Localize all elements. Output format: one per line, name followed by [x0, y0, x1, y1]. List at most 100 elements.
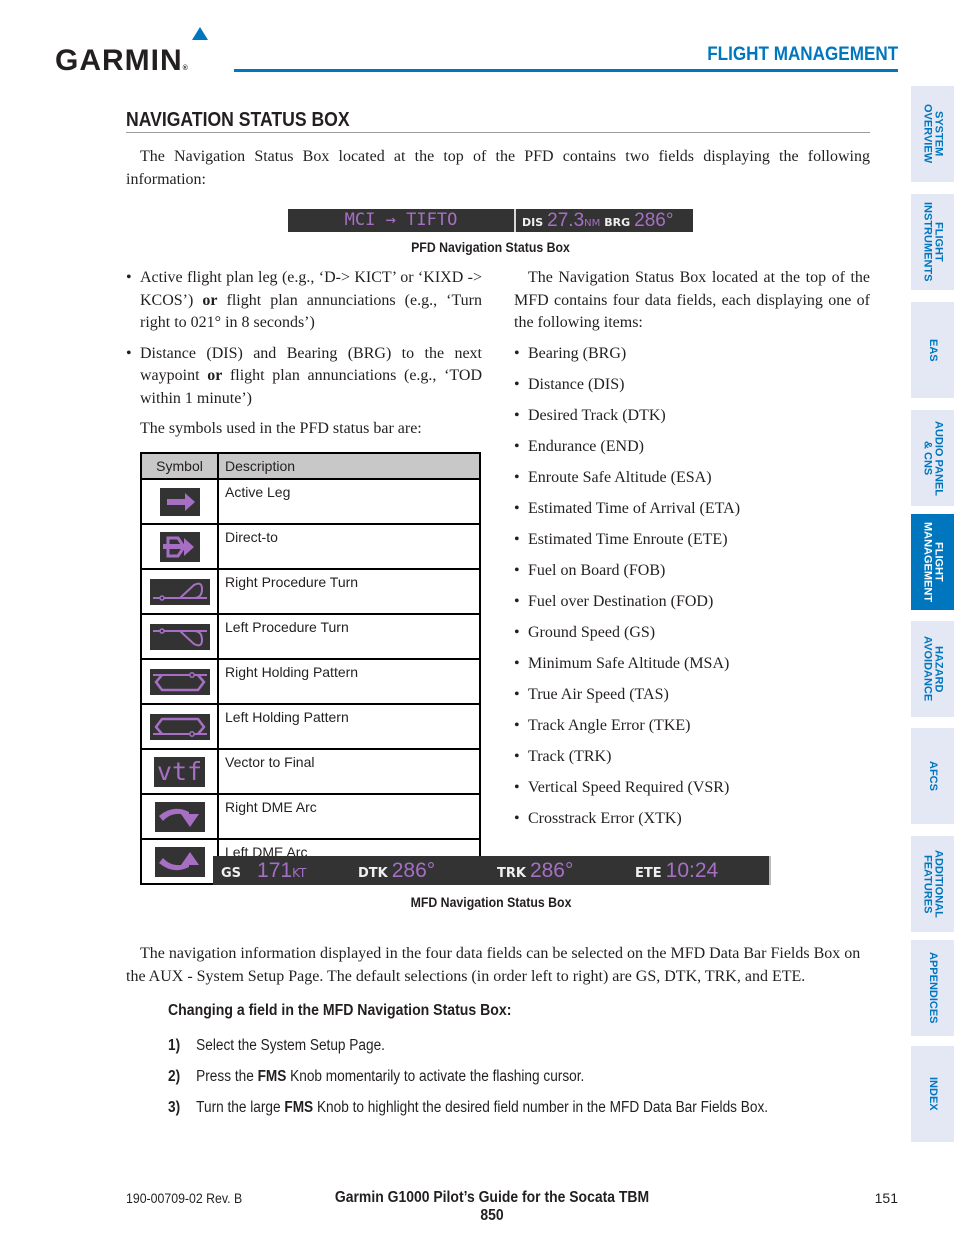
- list-item: True Air Speed (TAS): [514, 684, 870, 707]
- list-item: Vertical Speed Required (VSR): [514, 777, 870, 800]
- document-number: 190-00709-02 Rev. B: [126, 1190, 243, 1206]
- active-leg-arrow-icon: [159, 487, 200, 516]
- list-item: Estimated Time Enroute (ETE): [514, 529, 870, 552]
- brg-label: BRG: [604, 216, 631, 229]
- pfd-caption: PFD Navigation Status Box: [411, 239, 570, 255]
- table-row: vtf Vector to Final: [140, 748, 481, 795]
- field-value: 286°: [529, 859, 574, 882]
- field-label: GS: [221, 866, 242, 881]
- document-title: Garmin G1000 Pilot’s Guide for the Socat…: [334, 1189, 650, 1224]
- mfd-field-trk: TRK 286°: [497, 856, 573, 885]
- table-row: Left Holding Pattern: [140, 703, 481, 750]
- left-dme-arc-icon: [154, 846, 205, 877]
- pfd-navigation-status-box: MCI → TIFTO DIS 27.3NM BRG 286°: [288, 209, 693, 232]
- symbol-description: Vector to Final: [217, 748, 481, 795]
- bullet-item: Active flight plan leg (e.g., ‘D-> KICT’…: [126, 267, 482, 335]
- right-holding-pattern-icon: [149, 668, 210, 695]
- field-label: TRK: [497, 866, 526, 881]
- tab-hazard-avoidance[interactable]: HAZARD AVOIDANCE: [911, 621, 954, 717]
- procedure-step: 3) Turn the large FMS Knob to highlight t…: [168, 1099, 769, 1116]
- tab-index[interactable]: INDEX: [911, 1046, 954, 1142]
- mfd-field-items-list: Bearing (BRG) Distance (DIS) Desired Track…: [514, 343, 870, 831]
- left-column: Active flight plan leg (e.g., ‘D-> KICT’…: [126, 267, 482, 441]
- bullet-item: Distance (DIS) and Bearing (BRG) to the …: [126, 343, 482, 411]
- list-item: Distance (DIS): [514, 374, 870, 397]
- right-column: The Navigation Status Box located at the…: [514, 267, 870, 839]
- tab-afcs[interactable]: AFCS: [911, 728, 954, 824]
- garmin-logo: GARMIN®: [55, 44, 189, 77]
- tab-audio-panel-cns[interactable]: AUDIO PANEL & CNS: [911, 410, 954, 506]
- procedure-title: Changing a field in the MFD Navigation S…: [168, 1002, 512, 1019]
- tab-additional-features[interactable]: ADDITIONAL FEATURES: [911, 836, 954, 932]
- heading-divider: [126, 132, 870, 133]
- dis-unit: NM: [584, 218, 601, 229]
- table-row: Right Procedure Turn: [140, 568, 481, 615]
- field-unit: KT: [292, 866, 307, 880]
- intro-paragraph: The Navigation Status Box located at the…: [126, 148, 870, 188]
- table-row: Right DME Arc: [140, 793, 481, 840]
- tab-system-overview[interactable]: SYSTEM OVERVIEW: [911, 86, 954, 182]
- table-row: Active Leg: [140, 478, 481, 525]
- header-rule: [234, 69, 898, 72]
- field-divider: [514, 209, 516, 232]
- page-number: 151: [874, 1190, 898, 1206]
- symbol-description: Right DME Arc: [217, 793, 481, 840]
- symbols-intro: The symbols used in the PFD status bar a…: [140, 420, 422, 437]
- field-label: DTK: [358, 866, 388, 881]
- active-leg-field: MCI → TIFTO: [288, 209, 514, 232]
- table-row: Direct-to: [140, 523, 481, 570]
- section-title: FLIGHT MANAGEMENT: [707, 44, 898, 65]
- dis-brg-field: DIS 27.3NM BRG 286°: [522, 209, 673, 232]
- list-item: Ground Speed (GS): [514, 622, 870, 645]
- data-fields-paragraph: The navigation information displayed in …: [126, 945, 861, 985]
- garmin-logo-triangle-icon: [192, 27, 208, 40]
- mfd-field-ete: ETE 10:24: [635, 856, 718, 885]
- procedure-step: 1) Select the System Setup Page.: [168, 1037, 385, 1054]
- direct-to-icon: [159, 531, 200, 562]
- symbol-description: Direct-to: [217, 523, 481, 570]
- vector-to-final-icon: vtf: [153, 756, 206, 787]
- list-item: Enroute Safe Altitude (ESA): [514, 467, 870, 490]
- symbol-description: Right Procedure Turn: [217, 568, 481, 615]
- list-item: Bearing (BRG): [514, 343, 870, 366]
- page-heading: NAVIGATION STATUS BOX: [126, 109, 350, 131]
- tab-appendices[interactable]: APPENDICES: [911, 940, 954, 1036]
- column-header-symbol: Symbol: [140, 452, 219, 480]
- left-procedure-turn-icon: [149, 623, 210, 650]
- mfd-field-gs: GS 171KT: [221, 856, 306, 885]
- mfd-caption: MFD Navigation Status Box: [410, 894, 572, 910]
- column-header-description: Description: [217, 452, 481, 480]
- leg-from: MCI: [344, 210, 376, 230]
- right-procedure-turn-icon: [149, 578, 210, 605]
- list-item: Endurance (END): [514, 436, 870, 459]
- list-item: Fuel on Board (FOB): [514, 560, 870, 583]
- tab-eas[interactable]: EAS: [911, 302, 954, 398]
- field-value: 171: [257, 859, 293, 882]
- symbol-description: Left Holding Pattern: [217, 703, 481, 750]
- symbol-description: Right Holding Pattern: [217, 658, 481, 705]
- right-dme-arc-icon: [154, 801, 205, 832]
- table-row: Right Holding Pattern: [140, 658, 481, 705]
- tab-flight-management[interactable]: FLIGHT MANAGEMENT: [911, 514, 954, 610]
- list-item: Track (TRK): [514, 746, 870, 769]
- active-leg-arrow-icon: →: [385, 210, 396, 230]
- field-value: 10:24: [665, 859, 719, 882]
- mfd-navigation-status-box: GS 171KT DTK 286° TRK 286° ETE 10:24: [213, 856, 771, 885]
- leg-to: TIFTO: [406, 210, 458, 230]
- list-item: Fuel over Destination (FOD): [514, 591, 870, 614]
- list-item: Minimum Safe Altitude (MSA): [514, 653, 870, 676]
- tab-flight-instruments[interactable]: FLIGHT INSTRUMENTS: [911, 194, 954, 290]
- mfd-intro-paragraph: The Navigation Status Box located at the…: [514, 269, 870, 331]
- left-holding-pattern-icon: [149, 713, 210, 740]
- list-item: Crosstrack Error (XTK): [514, 808, 870, 831]
- field-value: 286°: [391, 859, 436, 882]
- field-label: ETE: [635, 866, 662, 881]
- symbol-description: Left Procedure Turn: [217, 613, 481, 660]
- list-item: Track Angle Error (TKE): [514, 715, 870, 738]
- procedure-step: 2) Press the FMS Knob momentarily to acti…: [168, 1068, 585, 1085]
- dis-label: DIS: [522, 216, 544, 229]
- list-item: Desired Track (DTK): [514, 405, 870, 428]
- symbol-table: Symbol Description Active Leg Direct-to …: [140, 452, 481, 885]
- list-item: Estimated Time of Arrival (ETA): [514, 498, 870, 521]
- table-row: Left Procedure Turn: [140, 613, 481, 660]
